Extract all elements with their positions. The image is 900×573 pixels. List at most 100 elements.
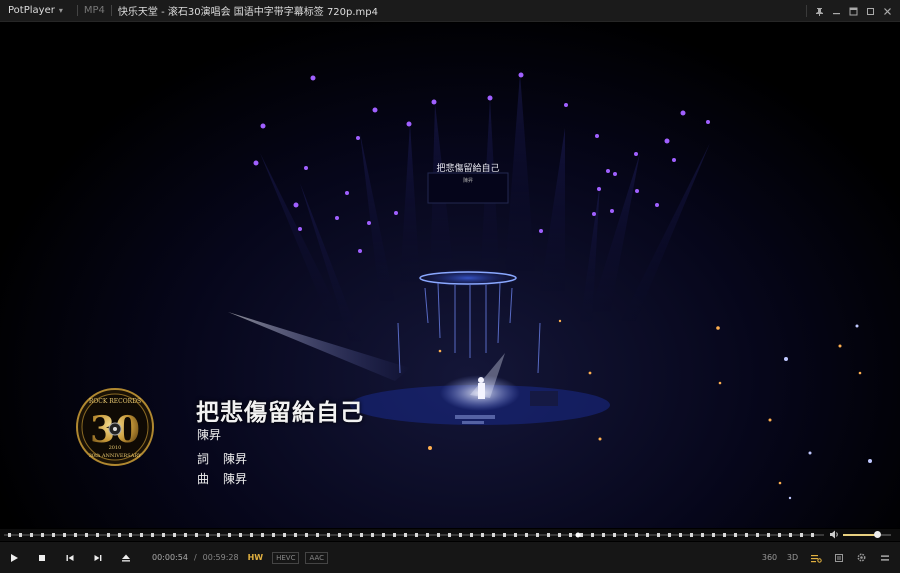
- chapter-marker: [85, 533, 88, 537]
- minimize-icon[interactable]: [828, 0, 845, 22]
- chapter-marker: [448, 533, 451, 537]
- chapter-marker: [481, 533, 484, 537]
- chapter-marker: [745, 533, 748, 537]
- volume-icon[interactable]: [829, 529, 841, 541]
- chapter-marker: [19, 533, 22, 537]
- chapter-marker: [382, 533, 385, 537]
- chevron-down-icon: ▾: [58, 6, 63, 15]
- stage-piano: [530, 391, 558, 406]
- chapter-marker: [470, 533, 473, 537]
- chapter-marker: [569, 533, 572, 537]
- chapter-marker: [305, 533, 308, 537]
- chapter-marker: [536, 533, 539, 537]
- seek-bar[interactable]: [0, 529, 900, 541]
- app-menu-button[interactable]: PotPlayer ▾: [0, 0, 71, 21]
- volume-level: [843, 534, 878, 536]
- chapter-marker: [206, 533, 209, 537]
- chapter-marker: [272, 533, 275, 537]
- chapter-marker: [723, 533, 726, 537]
- chapter-marker: [734, 533, 737, 537]
- music-label: 曲: [197, 472, 210, 486]
- chapter-marker: [668, 533, 671, 537]
- mini-mode-icon[interactable]: [845, 0, 862, 22]
- pin-icon[interactable]: [811, 0, 828, 22]
- volume-knob[interactable]: [874, 531, 882, 538]
- menu-icon[interactable]: [873, 542, 896, 573]
- chapter-marker: [173, 533, 176, 537]
- chapter-marker: [492, 533, 495, 537]
- chapter-marker: [525, 533, 528, 537]
- lyric-label: 詞: [197, 452, 210, 466]
- chapter-marker: [415, 533, 418, 537]
- chapter-marker: [228, 533, 231, 537]
- chapter-marker: [459, 533, 462, 537]
- chapter-marker: [96, 533, 99, 537]
- video-frame[interactable]: 把悲傷留給自己 陳昇 ROCK RECORDS 30 2010 30th ANN…: [0, 23, 900, 528]
- follow-spot-beam: [228, 312, 410, 381]
- hw-accel-badge[interactable]: HW: [245, 552, 267, 563]
- chapter-marker: [767, 533, 770, 537]
- chapter-marker: [701, 533, 704, 537]
- file-title: 快乐天堂 - 滚石30演唱会 国语中字带字幕标签 720p.mp4: [117, 7, 379, 18]
- stage-hangings: [397, 282, 541, 374]
- chapter-marker: [635, 533, 638, 537]
- chapter-marker: [52, 533, 55, 537]
- audio-codec-badge[interactable]: AAC: [305, 551, 329, 564]
- chapter-marker: [371, 533, 374, 537]
- logo-year: 2010: [109, 445, 122, 451]
- chapter-marker: [602, 533, 605, 537]
- stop-icon[interactable]: [28, 542, 56, 573]
- previous-icon[interactable]: [56, 542, 84, 573]
- logo-top-text: ROCK RECORDS: [89, 398, 141, 405]
- close-icon[interactable]: [879, 0, 896, 22]
- chapter-marker: [712, 533, 715, 537]
- chapter-marker: [8, 533, 11, 537]
- settings-gear-icon[interactable]: [850, 542, 873, 573]
- chapter-marker: [360, 533, 363, 537]
- play-icon[interactable]: [0, 542, 28, 573]
- chapter-marker: [338, 533, 341, 537]
- chapter-marker: [811, 533, 814, 537]
- chapter-marker: [404, 533, 407, 537]
- vr-360-button[interactable]: 360: [758, 542, 781, 573]
- stage-screen-sub: 陳昇: [462, 178, 473, 184]
- chapter-marker: [778, 533, 781, 537]
- chapter-marker: [646, 533, 649, 537]
- equalizer-icon[interactable]: [804, 542, 827, 573]
- 3d-button[interactable]: 3D: [781, 542, 804, 573]
- chapter-marker: [349, 533, 352, 537]
- singer-figure: [478, 383, 485, 399]
- chapter-marker: [30, 533, 33, 537]
- total-time: 00:59:28: [202, 553, 239, 562]
- title-bar: PotPlayer ▾ MP4 快乐天堂 - 滚石30演唱会 国语中字带字幕标签…: [0, 0, 900, 22]
- maximize-icon[interactable]: [862, 0, 879, 22]
- chapter-marker: [41, 533, 44, 537]
- chapter-marker: [624, 533, 627, 537]
- playlist-icon[interactable]: [827, 542, 850, 573]
- chapter-marker: [657, 533, 660, 537]
- singer-caption: 陳昇: [197, 428, 222, 442]
- chapter-marker: [129, 533, 132, 537]
- stage-screen-text: 把悲傷留給自己 陳昇: [434, 163, 502, 187]
- video-codec-badge[interactable]: HEVC: [272, 551, 300, 564]
- chapter-marker: [283, 533, 286, 537]
- chapter-marker: [503, 533, 506, 537]
- composer-credit: 曲 陳昇: [197, 470, 247, 487]
- chapter-marker: [316, 533, 319, 537]
- chapter-markers: [8, 532, 814, 538]
- window-controls-divider: [806, 5, 807, 17]
- next-icon[interactable]: [84, 542, 112, 573]
- chapter-marker: [74, 533, 77, 537]
- playback-info: 00:00:54 / 00:59:28 HW HEVC AAC: [152, 551, 329, 564]
- chapter-marker: [217, 533, 220, 537]
- window-controls: [806, 0, 896, 22]
- chapter-marker: [162, 533, 165, 537]
- chapter-marker: [514, 533, 517, 537]
- eject-icon[interactable]: [112, 542, 140, 573]
- chapter-marker: [294, 533, 297, 537]
- app-name: PotPlayer: [8, 5, 55, 16]
- light-beams: [260, 73, 710, 343]
- chapter-marker: [140, 533, 143, 537]
- logo-bottom-text: 30th ANNIVERSARY: [89, 453, 142, 459]
- lyricist-credit: 詞 陳昇: [197, 450, 247, 467]
